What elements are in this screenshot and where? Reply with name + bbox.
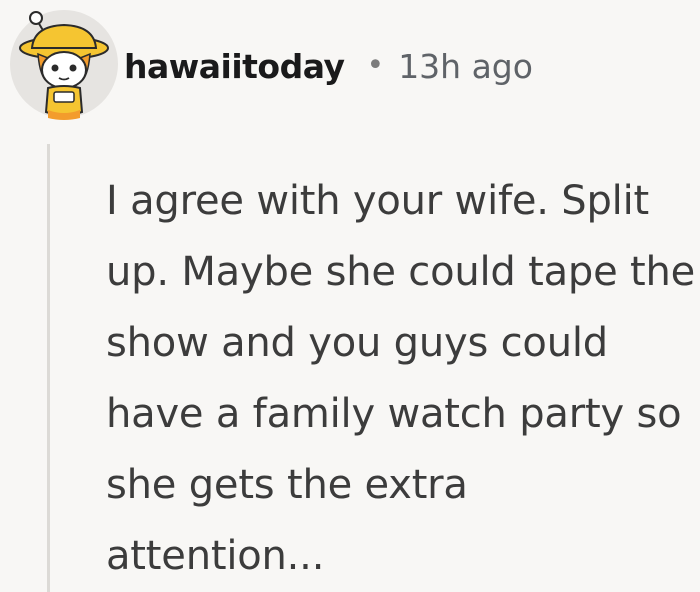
comment-header: hawaiitoday • 13h ago [124, 38, 533, 94]
comment: hawaiitoday • 13h ago I agree with your … [0, 0, 700, 592]
snoo-avatar-icon [10, 10, 118, 120]
thread-collapse-line[interactable] [47, 144, 50, 592]
user-avatar[interactable] [8, 8, 120, 120]
author-username[interactable]: hawaiitoday [124, 47, 345, 86]
comment-timestamp[interactable]: 13h ago [398, 47, 533, 86]
comment-body: I agree with your wife. Split up. Maybe … [106, 178, 696, 579]
meta-separator: • [366, 48, 385, 83]
